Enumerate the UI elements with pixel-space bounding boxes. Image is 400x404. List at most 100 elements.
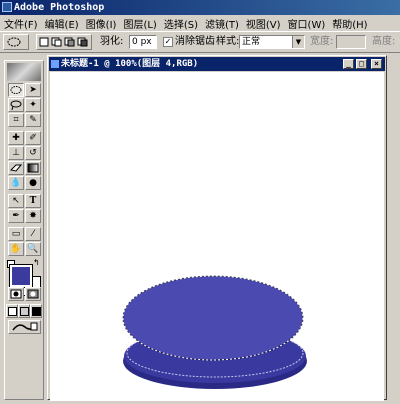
brush-icon: ✐ <box>29 132 37 143</box>
stamp-icon: ⊥ <box>12 147 20 158</box>
app-title-bar: Adobe Photoshop <box>0 0 400 15</box>
document-title-bar: 未标题-1 @ 100%(图层 4,RGB) _ □ × <box>49 57 385 71</box>
eraser-icon <box>10 164 22 172</box>
canvas[interactable] <box>50 72 384 401</box>
standard-screen-mode[interactable] <box>6 304 18 318</box>
close-button[interactable]: × <box>371 59 382 69</box>
water-drop-icon: 💧 <box>10 177 22 188</box>
ellipse-marquee-icon <box>10 86 22 94</box>
type-icon: T <box>29 195 37 206</box>
menu-filter[interactable]: 滤镜(T) <box>205 16 239 31</box>
jump-to-imageready-button[interactable] <box>8 320 41 334</box>
crop-icon: ⌗ <box>13 114 19 125</box>
move-tool[interactable]: ➤ <box>25 83 41 97</box>
toolbox: ➤ ✦ ⌗ ✎ ✚ ✐ ⊥ ↺ 💧 ● ↖ T ✒ ✸ ▭ ⁄ ✋ 🔍 ↰ <box>4 60 44 400</box>
gradient-icon <box>27 163 39 173</box>
menu-window[interactable]: 窗口(W) <box>288 16 326 31</box>
workspace-edge <box>387 55 400 400</box>
quick-mask-icon <box>27 289 39 299</box>
swap-colors-icon[interactable]: ↰ <box>33 258 40 267</box>
path-selection-tool[interactable]: ↖ <box>8 194 24 208</box>
brush-tool[interactable]: ✐ <box>25 131 41 145</box>
photoshop-eye-logo[interactable] <box>7 63 41 81</box>
maximize-button[interactable]: □ <box>356 59 367 69</box>
dodge-icon: ● <box>29 177 37 188</box>
pen-nib-icon: ✒ <box>12 210 20 221</box>
zoom-tool[interactable]: 🔍 <box>25 242 41 256</box>
eyedropper-tool[interactable]: ⁄ <box>25 227 41 241</box>
selection-mode-icons <box>39 37 88 47</box>
antialias-checkbox[interactable]: ✓ <box>163 37 173 47</box>
menu-view[interactable]: 视图(V) <box>246 16 281 31</box>
gradient-tool[interactable] <box>25 161 41 175</box>
screen-mode-menu-icon <box>19 306 29 316</box>
history-brush-tool[interactable]: ↺ <box>25 146 41 160</box>
tool-preset-picker[interactable] <box>3 34 29 50</box>
screen-mode-icon <box>7 306 17 316</box>
photoshop-app-icon <box>2 2 12 12</box>
hand-tool[interactable]: ✋ <box>8 242 24 256</box>
document-icon <box>51 60 59 68</box>
notes-tool[interactable]: ▭ <box>8 227 24 241</box>
path-arrow-icon: ↖ <box>12 195 20 206</box>
dodge-tool[interactable]: ● <box>25 176 41 190</box>
menu-select[interactable]: 选择(S) <box>164 16 198 31</box>
pen-tool[interactable]: ✒ <box>8 209 24 223</box>
custom-shape-tool[interactable]: ✸ <box>25 209 41 223</box>
full-screen-mode[interactable] <box>30 304 42 318</box>
bandage-icon: ✚ <box>12 132 20 143</box>
standard-mode-icon <box>10 289 22 299</box>
lasso-icon <box>10 100 22 110</box>
document-title: 未标题-1 @ 100%(图层 4,RGB) <box>61 59 199 69</box>
clone-stamp-tool[interactable]: ⊥ <box>8 146 24 160</box>
hand-icon: ✋ <box>10 243 22 254</box>
magic-wand-icon: ✦ <box>29 99 37 110</box>
blur-tool[interactable]: 💧 <box>8 176 24 190</box>
foreground-color-swatch[interactable] <box>9 264 33 288</box>
note-icon: ▭ <box>11 228 21 239</box>
slice-tool[interactable]: ✎ <box>25 113 41 127</box>
menu-help[interactable]: 帮助(H) <box>332 16 367 31</box>
menu-file[interactable]: 文件(F) <box>4 16 38 31</box>
style-select-value: 正常 <box>242 37 261 47</box>
eyedropper-icon: ⁄ <box>32 228 34 239</box>
standard-mode-button[interactable] <box>8 287 24 301</box>
width-input[interactable] <box>336 35 366 49</box>
history-brush-icon: ↺ <box>29 147 37 158</box>
quick-mask-button[interactable] <box>25 287 41 301</box>
eraser-tool[interactable] <box>8 161 24 175</box>
style-select[interactable]: 正常 ▼ <box>239 35 305 49</box>
height-label: 高度: <box>372 36 396 47</box>
antialias-label: 消除锯齿 <box>175 36 215 47</box>
imageready-icon <box>11 322 38 331</box>
screen-mode-full-icon <box>31 306 41 316</box>
lasso-tool[interactable] <box>8 98 24 112</box>
magic-wand-tool[interactable]: ✦ <box>25 98 41 112</box>
elliptical-marquee-icon <box>7 37 21 47</box>
type-tool[interactable]: T <box>25 194 41 208</box>
healing-brush-tool[interactable]: ✚ <box>8 131 24 145</box>
full-screen-menu-mode[interactable] <box>18 304 30 318</box>
chevron-down-icon[interactable]: ▼ <box>292 36 304 48</box>
document-window: 未标题-1 @ 100%(图层 4,RGB) _ □ × <box>47 55 387 401</box>
menu-bar: 文件(F) 编辑(E) 图像(I) 图层(L) 选择(S) 滤镜(T) 视图(V… <box>0 15 400 31</box>
marquee-tool[interactable] <box>8 83 24 97</box>
minimize-button[interactable]: _ <box>343 59 354 69</box>
style-label: 样式: <box>216 36 240 47</box>
menu-image[interactable]: 图像(I) <box>86 16 117 31</box>
slice-knife-icon: ✎ <box>29 114 37 125</box>
width-label: 宽度: <box>310 36 334 47</box>
feather-input[interactable]: 0 px <box>129 35 157 49</box>
options-bar: 羽化: 0 px ✓ 消除锯齿 样式: 正常 ▼ 宽度: 高度: <box>0 31 400 53</box>
magnifier-icon: 🔍 <box>27 243 39 254</box>
custom-shape-icon: ✸ <box>29 210 37 221</box>
feather-label: 羽化: <box>100 36 124 47</box>
move-arrow-icon: ➤ <box>29 84 37 95</box>
app-title: Adobe Photoshop <box>14 2 105 13</box>
selection-mode-buttons[interactable] <box>36 34 92 50</box>
canvas-artwork <box>122 275 307 389</box>
menu-edit[interactable]: 编辑(E) <box>45 16 79 31</box>
disc-top <box>123 276 303 360</box>
menu-layer[interactable]: 图层(L) <box>123 16 156 31</box>
crop-tool[interactable]: ⌗ <box>8 113 24 127</box>
